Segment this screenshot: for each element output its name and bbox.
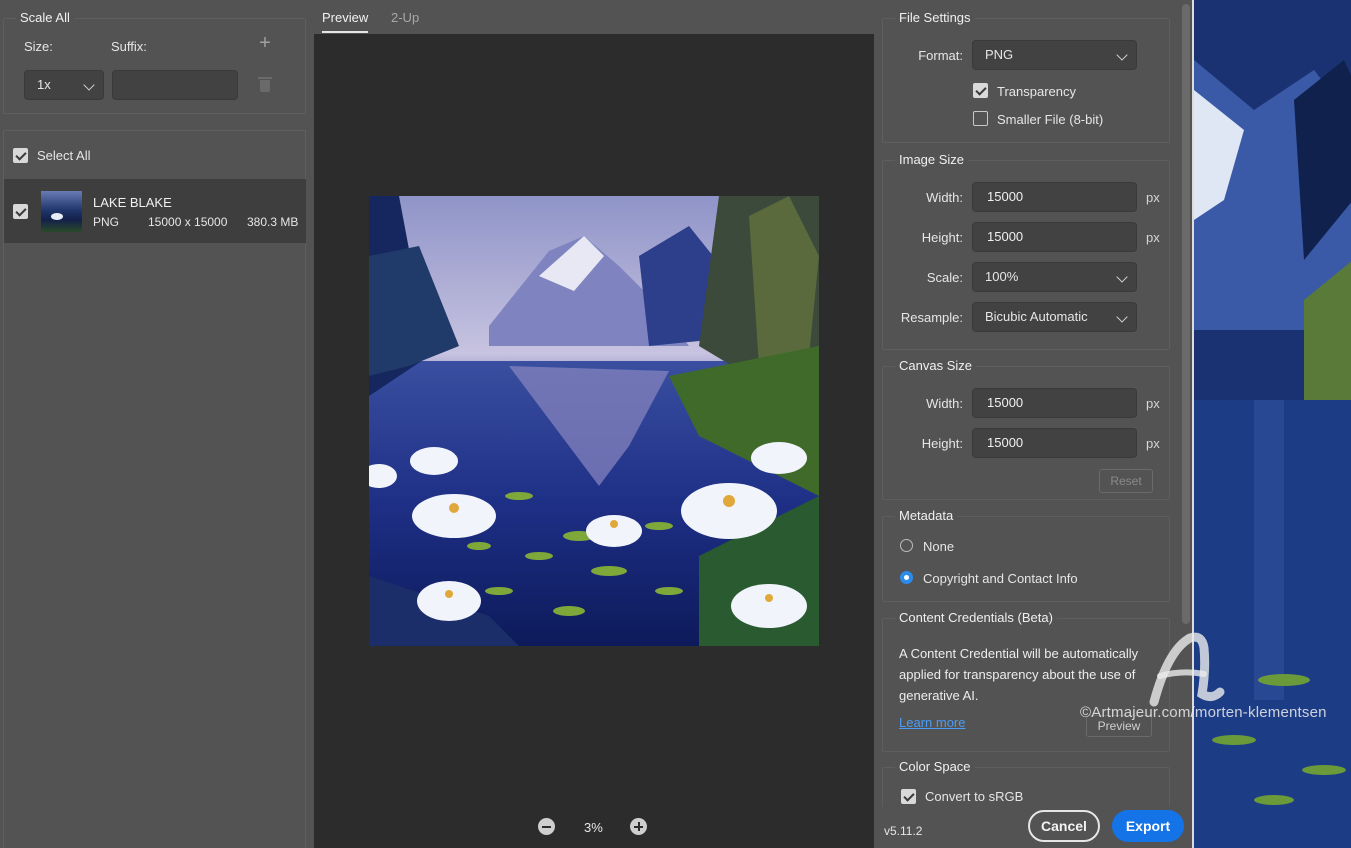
reset-button[interactable]: Reset	[1099, 469, 1153, 493]
format-label: Format:	[918, 48, 963, 63]
transparency-checkbox[interactable]	[973, 83, 988, 98]
canvas-size-title: Canvas Size	[895, 358, 976, 373]
tab-2-up[interactable]: 2-Up	[391, 10, 419, 25]
version-label: v5.11.2	[884, 824, 923, 838]
select-all-checkbox[interactable]	[13, 148, 28, 163]
canvas-size-group: Canvas Size Width: 15000 px Height: 1500…	[882, 358, 1170, 500]
export-as-dialog: Scale All Size: Suffix: + 1x Select All …	[0, 0, 1351, 848]
metadata-none-radio[interactable]	[900, 539, 913, 552]
tab-preview[interactable]: Preview	[322, 10, 368, 25]
scale-select[interactable]: 100%	[972, 262, 1137, 292]
file-settings-group: File Settings Format: PNG Transparency S…	[882, 10, 1170, 143]
watermark-logo	[1149, 632, 1225, 707]
canvas-width-input[interactable]: 15000	[972, 388, 1137, 418]
select-all-label: Select All	[37, 148, 91, 163]
size-label: Size:	[24, 39, 53, 54]
chevron-down-icon	[83, 79, 95, 91]
image-width-label: Width:	[926, 190, 963, 205]
chevron-down-icon	[1116, 271, 1128, 283]
transparency-label: Transparency	[997, 84, 1076, 99]
suffix-input[interactable]	[112, 70, 238, 100]
content-credentials-text: A Content Credential will be automatical…	[899, 646, 1139, 703]
smaller-file-checkbox[interactable]	[973, 111, 988, 126]
canvas-width-unit: px	[1146, 396, 1160, 411]
add-scale-button[interactable]: +	[256, 33, 274, 53]
image-width-input[interactable]: 15000	[972, 182, 1137, 212]
watermark-text: ©Artmajeur.com/morten-klementsen	[1080, 704, 1327, 721]
smaller-file-label: Smaller File (8-bit)	[997, 112, 1104, 127]
metadata-none-label: None	[923, 539, 955, 554]
asset-list: Select All LAKE BLAKE PNG 15000 x 15000 …	[3, 130, 306, 848]
canvas-height-label: Height:	[921, 436, 963, 451]
metadata-title: Metadata	[895, 508, 958, 523]
metadata-group: Metadata None Copyright and Contact Info	[882, 508, 1170, 602]
zoom-out-icon[interactable]	[538, 818, 555, 835]
canvas-height-input[interactable]: 15000	[972, 428, 1137, 458]
scale-all-group: Scale All Size: Suffix: + 1x	[3, 10, 306, 114]
suffix-label: Suffix:	[111, 39, 147, 54]
file-settings-title: File Settings	[895, 10, 975, 25]
trash-icon[interactable]	[258, 76, 272, 93]
size-select[interactable]: 1x	[24, 70, 104, 100]
content-credentials-group: Content Credentials (Beta) A Content Cre…	[882, 610, 1170, 752]
asset-row[interactable]: LAKE BLAKE PNG 15000 x 15000 380.3 MB	[4, 179, 306, 243]
learn-more-link[interactable]: Learn more	[899, 715, 965, 730]
size-select-value: 1x	[37, 77, 51, 92]
format-select[interactable]: PNG	[972, 40, 1137, 70]
convert-srgb-label: Convert to sRGB	[925, 789, 1024, 804]
asset-name: LAKE BLAKE	[93, 195, 172, 210]
canvas-height-unit: px	[1146, 436, 1160, 451]
color-space-group: Color Space Convert to sRGB	[882, 759, 1170, 807]
resample-select-value: Bicubic Automatic	[985, 309, 1088, 324]
preview-canvas: 3%	[314, 34, 874, 848]
canvas-width-label: Width:	[926, 396, 963, 411]
image-height-label: Height:	[921, 230, 963, 245]
chevron-down-icon	[1116, 49, 1128, 61]
scale-all-title: Scale All	[16, 10, 74, 25]
chevron-down-icon	[1116, 311, 1128, 323]
convert-srgb-checkbox[interactable]	[901, 789, 916, 804]
metadata-copyright-label: Copyright and Contact Info	[923, 571, 1078, 586]
format-select-value: PNG	[985, 47, 1014, 62]
image-size-title: Image Size	[895, 152, 969, 167]
active-tab-indicator	[322, 31, 368, 33]
left-panel: Scale All Size: Suffix: + 1x Select All …	[0, 0, 310, 848]
asset-thumbnail	[41, 191, 82, 232]
settings-scrollbar[interactable]	[1182, 4, 1190, 624]
image-height-unit: px	[1146, 230, 1160, 245]
zoom-in-icon[interactable]	[630, 818, 647, 835]
image-width-unit: px	[1146, 190, 1160, 205]
scale-label: Scale:	[926, 270, 963, 285]
image-height-input[interactable]: 15000	[972, 222, 1137, 252]
zoom-level: 3%	[584, 820, 603, 835]
content-credentials-title: Content Credentials (Beta)	[895, 610, 1057, 625]
image-size-group: Image Size Width: 15000 px Height: 15000…	[882, 152, 1170, 350]
color-space-title: Color Space	[895, 759, 975, 774]
resample-select[interactable]: Bicubic Automatic	[972, 302, 1137, 332]
asset-format: PNG	[93, 215, 120, 229]
resample-label: Resample:	[900, 310, 963, 325]
metadata-copyright-radio[interactable]	[900, 571, 913, 584]
export-button[interactable]: Export	[1112, 810, 1184, 842]
asset-file-size: 380.3 MB	[247, 215, 299, 229]
asset-dimensions: 15000 x 15000	[148, 215, 228, 229]
cancel-button[interactable]: Cancel	[1028, 810, 1100, 842]
asset-checkbox[interactable]	[13, 204, 28, 219]
preview-image	[369, 196, 819, 646]
scale-select-value: 100%	[985, 269, 1019, 284]
